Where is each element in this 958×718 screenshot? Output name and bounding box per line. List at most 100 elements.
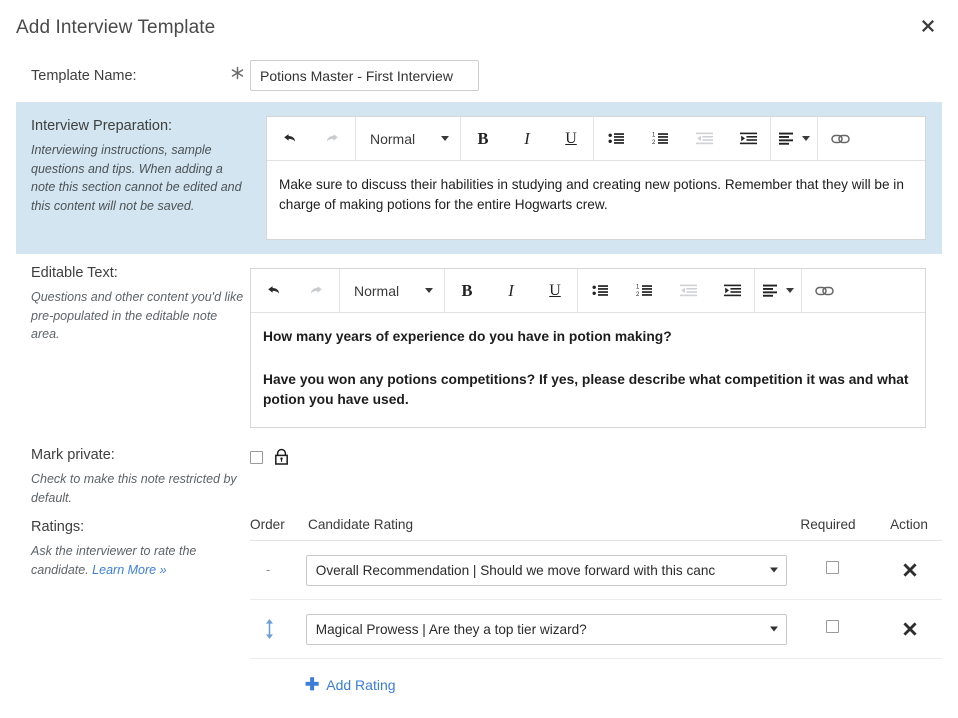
editable-text-label: Editable Text: [31, 265, 118, 281]
numbered-list-icon[interactable]: 1 2 [638, 117, 682, 160]
editable-text-help: Questions and other content you'd like p… [31, 290, 244, 341]
interview-preparation-section: Interview Preparation: Interviewing inst… [16, 102, 942, 254]
toolbar-group-link [818, 117, 862, 160]
plus-icon: ✚ [305, 675, 320, 694]
mark-private-help: Check to make this note restricted by de… [31, 472, 237, 505]
italic-button[interactable]: I [505, 117, 549, 160]
numbered-list-icon[interactable]: 1 2 [622, 269, 666, 312]
svg-text:2: 2 [652, 140, 656, 146]
editable-text-content[interactable]: How many years of experience do you have… [251, 313, 925, 423]
chevron-down-icon [441, 136, 449, 141]
bold-button[interactable]: B [461, 117, 505, 160]
indent-icon[interactable] [710, 269, 754, 312]
required-checkbox[interactable] [826, 620, 840, 633]
learn-more-link[interactable]: Learn More » [92, 563, 166, 577]
svg-text:1: 1 [652, 133, 656, 139]
chevron-down-icon [801, 136, 810, 141]
ratings-label-group: Ratings: Ask the interviewer to rate the… [31, 519, 261, 579]
bullet-list-icon[interactable] [594, 117, 638, 160]
align-left-icon[interactable] [771, 117, 817, 160]
ratings-help: Ask the interviewer to rate the candidat… [31, 542, 249, 579]
text-style-select[interactable]: Normal [356, 117, 460, 160]
table-row: Magical Prowess | Are they a top tier wi… [250, 600, 942, 659]
bullet-list-icon[interactable] [578, 269, 622, 312]
prep-paragraph-1: Make sure to discuss their habilities in… [279, 177, 904, 213]
row-required-cell [787, 620, 879, 638]
align-left-icon[interactable] [755, 269, 801, 312]
text-style-value: Normal [354, 282, 400, 299]
bold-label: B [461, 280, 473, 300]
undo-icon[interactable] [251, 269, 295, 312]
interview-preparation-content[interactable]: Make sure to discuss their habilities in… [267, 161, 925, 228]
drag-handle-icon[interactable] [250, 618, 302, 640]
bold-button[interactable]: B [445, 269, 489, 312]
chevron-down-icon [425, 288, 433, 293]
table-row: - Overall Recommendation | Should we mov… [250, 541, 942, 600]
editor-toolbar: Normal B I U 1 2 [267, 117, 925, 161]
lock-icon [274, 448, 289, 466]
interview-preparation-help: Interviewing instructions, sample questi… [31, 143, 242, 213]
toolbar-group-format: B I U [461, 117, 594, 160]
interview-preparation-label: Interview Preparation: [31, 118, 173, 134]
remove-icon[interactable] [879, 560, 942, 580]
close-icon[interactable] [914, 12, 942, 40]
rating-select[interactable]: Magical Prowess | Are they a top tier wi… [305, 613, 787, 645]
row-order-cell [250, 618, 302, 640]
underline-button[interactable]: U [549, 117, 593, 160]
rating-select[interactable]: Overall Recommendation | Should we move … [305, 554, 787, 586]
editable-text-label-group: Editable Text: Questions and other conte… [31, 265, 256, 344]
text-style-value: Normal [370, 130, 416, 147]
ratings-table: Order Candidate Rating Required Action -… [250, 517, 942, 659]
toolbar-group-style: Normal [340, 269, 445, 312]
column-header-action: Action [890, 517, 928, 532]
mark-private-label: Mark private: [31, 447, 115, 463]
page-title: Add Interview Template [16, 17, 216, 38]
add-interview-template-dialog: Add Interview Template Template Name: In… [0, 0, 958, 718]
toolbar-group-history [267, 117, 356, 160]
required-checkbox[interactable] [826, 561, 840, 574]
mark-private-controls [250, 448, 289, 466]
svg-text:2: 2 [636, 292, 640, 298]
remove-icon[interactable] [879, 619, 942, 639]
indent-icon[interactable] [726, 117, 770, 160]
required-asterisk-icon [231, 66, 244, 84]
row-action-cell [879, 619, 942, 639]
template-name-label: Template Name: [31, 68, 137, 84]
template-name-input[interactable] [250, 60, 479, 91]
text-style-select[interactable]: Normal [340, 269, 444, 312]
add-rating-label: Add Rating [326, 676, 396, 693]
italic-button[interactable]: I [489, 269, 533, 312]
underline-button[interactable]: U [533, 269, 577, 312]
undo-icon[interactable] [267, 117, 311, 160]
editable-paragraph-1: How many years of experience do you have… [263, 329, 672, 344]
toolbar-group-link [802, 269, 846, 312]
rating-select-value: Magical Prowess | Are they a top tier wi… [315, 621, 587, 637]
row-rating-cell: Overall Recommendation | Should we move … [302, 554, 787, 586]
link-icon[interactable] [818, 117, 862, 160]
editor-toolbar: Normal B I U 1 2 [251, 269, 925, 313]
row-rating-cell: Magical Prowess | Are they a top tier wi… [302, 613, 787, 645]
mark-private-checkbox[interactable] [250, 450, 263, 464]
add-rating-button[interactable]: ✚ Add Rating [305, 676, 396, 693]
italic-label: I [524, 128, 530, 148]
toolbar-group-style: Normal [356, 117, 461, 160]
interview-preparation-editor: Normal B I U 1 2 Make sure to discuss th… [266, 116, 926, 240]
order-placeholder: - [266, 562, 271, 577]
outdent-icon [682, 117, 726, 160]
link-icon[interactable] [802, 269, 846, 312]
redo-icon [311, 117, 355, 160]
italic-label: I [508, 280, 514, 300]
rating-select-value: Overall Recommendation | Should we move … [315, 562, 716, 578]
toolbar-group-lists: 1 2 [578, 269, 755, 312]
toolbar-group-history [251, 269, 340, 312]
column-header-order: Order [250, 517, 285, 532]
chevron-down-icon [769, 626, 778, 632]
row-required-cell [787, 561, 879, 579]
toolbar-group-align [771, 117, 818, 160]
editable-text-editor: Normal B I U 1 2 How many years of exper… [250, 268, 926, 428]
bold-label: B [477, 128, 489, 148]
toolbar-group-align [755, 269, 802, 312]
outdent-icon [666, 269, 710, 312]
chevron-down-icon [769, 567, 778, 573]
svg-text:1: 1 [636, 285, 640, 291]
